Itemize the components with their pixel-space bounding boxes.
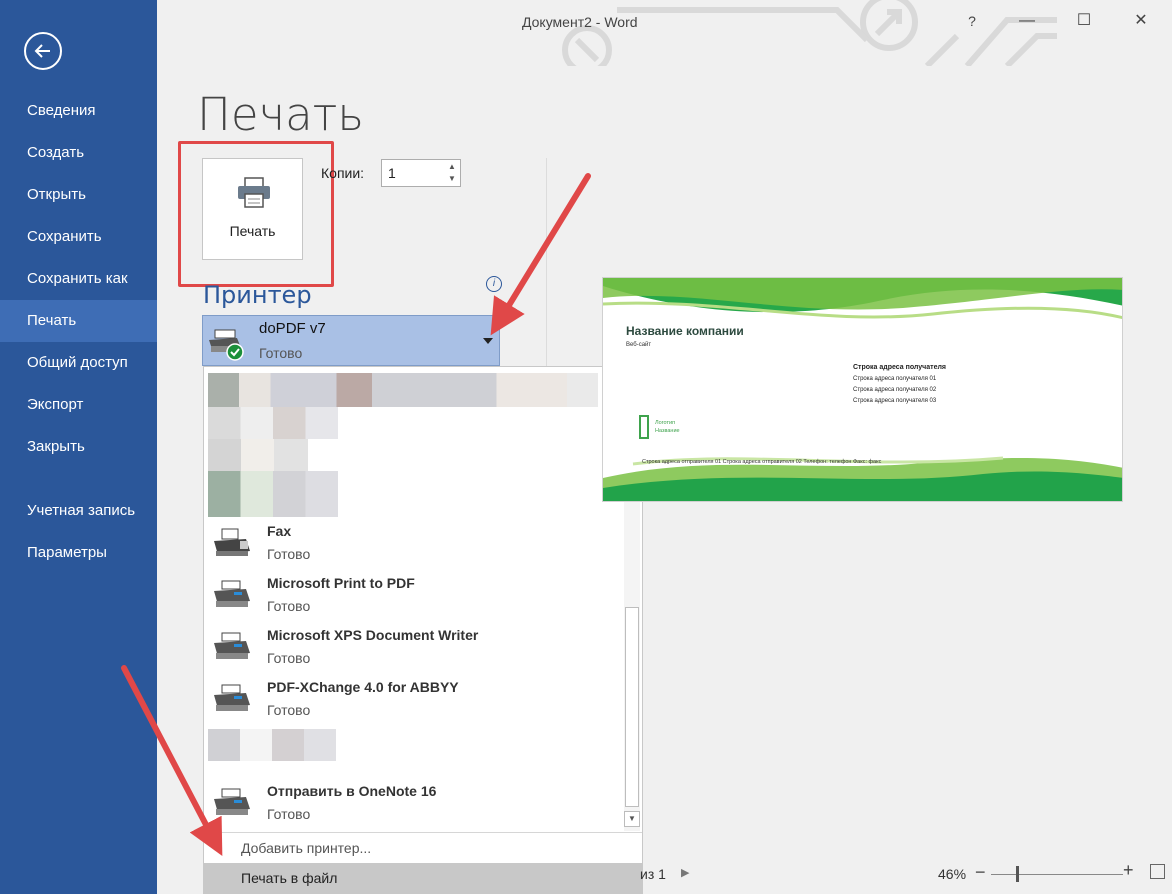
- blurred-printer-entry: [208, 407, 338, 439]
- zoom-slider[interactable]: [991, 874, 1123, 875]
- nav-info[interactable]: Сведения: [0, 90, 157, 132]
- preview-company: Название компании: [626, 324, 744, 338]
- window-title: Документ2 - Word: [522, 14, 638, 30]
- preview-logo-icon: [639, 415, 649, 439]
- selected-printer-status: Готово: [259, 345, 303, 361]
- scroll-down-icon[interactable]: ▼: [624, 811, 640, 827]
- selected-printer-name: doPDF v7: [259, 320, 326, 337]
- printer-status: Готово: [267, 806, 311, 822]
- preview-footer: Строка адреса отправителя 01 Строка адре…: [642, 459, 882, 465]
- next-page-icon[interactable]: ▶: [681, 866, 689, 879]
- printer-status: Готово: [267, 702, 311, 718]
- nav-save[interactable]: Сохранить: [0, 216, 157, 258]
- print-backstage: Документ2 - Word ? — ☐ ✕ Печать Печать К…: [157, 0, 1172, 894]
- printer-name: PDF-XChange 4.0 for ABBYY: [267, 679, 459, 695]
- printer-icon: [214, 684, 250, 711]
- fax-icon: [214, 528, 250, 556]
- back-button[interactable]: [24, 32, 62, 70]
- close-window-button[interactable]: ✕: [1124, 6, 1158, 36]
- printer-item-xps-writer[interactable]: Microsoft XPS Document Writer Готово: [204, 621, 622, 673]
- printer-icon: [214, 580, 250, 607]
- fit-page-icon[interactable]: [1150, 864, 1165, 879]
- preview-recipient-line: Строка адреса получателя 01: [853, 376, 937, 382]
- preview-website: Веб-сайт: [626, 342, 652, 348]
- print-preview-page: Название компании Веб-сайт Строка адреса…: [602, 277, 1123, 502]
- blurred-printer-entry: [208, 729, 336, 761]
- zoom-slider-thumb[interactable]: [1016, 866, 1020, 882]
- printer-item-onenote[interactable]: Отправить в OneNote 16 Готово: [204, 777, 622, 829]
- nav-share[interactable]: Общий доступ: [0, 342, 157, 384]
- nav-options[interactable]: Параметры: [0, 532, 157, 574]
- nav-new[interactable]: Создать: [0, 132, 157, 174]
- printer-name: Microsoft Print to PDF: [267, 575, 415, 591]
- info-icon[interactable]: i: [486, 276, 502, 292]
- preview-recipient-line: Строка адреса получателя 03: [853, 398, 937, 404]
- printer-list: Fax Готово Microsoft Print to PDF Готово…: [203, 366, 643, 894]
- blurred-printer-entry: [208, 373, 598, 407]
- preview-logo-text: Логотип: [655, 420, 676, 426]
- copies-up-icon[interactable]: ▲: [446, 161, 458, 173]
- help-button[interactable]: ?: [955, 6, 989, 36]
- nav-close[interactable]: Закрыть: [0, 426, 157, 468]
- blurred-printer-entry: [208, 439, 308, 471]
- nav-save-as[interactable]: Сохранить как: [0, 258, 157, 300]
- copies-label: Копии:: [321, 165, 365, 181]
- print-to-file-item[interactable]: Печать в файл: [204, 863, 642, 893]
- printer-dropdown[interactable]: doPDF v7 Готово: [202, 315, 500, 366]
- printer-default-icon: [209, 329, 244, 361]
- printer-item-pdf-xchange[interactable]: PDF-XChange 4.0 for ABBYY Готово: [204, 673, 622, 725]
- scroll-thumb[interactable]: [625, 607, 639, 807]
- printer-name: Fax: [267, 523, 292, 539]
- printer-status: Готово: [267, 546, 311, 562]
- printer-icon: [214, 788, 250, 815]
- preview-recipient-line: Строка адреса получателя 02: [853, 387, 937, 393]
- blurred-printer-entry: [208, 471, 338, 517]
- minimize-button[interactable]: —: [1010, 6, 1044, 36]
- add-printer-item[interactable]: Добавить принтер...: [204, 832, 642, 862]
- chevron-down-icon[interactable]: [483, 338, 493, 344]
- page-title: Печать: [197, 88, 364, 141]
- copies-value: 1: [388, 165, 396, 181]
- copies-down-icon[interactable]: ▼: [446, 173, 458, 185]
- printer-name: Отправить в OneNote 16: [267, 783, 437, 799]
- maximize-button[interactable]: ☐: [1067, 6, 1101, 36]
- annotation-highlight-box: [178, 141, 334, 287]
- printer-name: Microsoft XPS Document Writer: [267, 627, 479, 643]
- printer-status: Готово: [267, 598, 311, 614]
- printer-section-heading: Принтер: [203, 281, 312, 309]
- preview-recipient-heading: Строка адреса получателя: [853, 364, 946, 371]
- printer-item-fax[interactable]: Fax Готово: [204, 517, 622, 569]
- preview-logo-text: Название: [655, 428, 680, 434]
- nav-print[interactable]: Печать: [0, 300, 157, 342]
- zoom-level[interactable]: 46%: [938, 866, 966, 882]
- back-arrow-icon: [34, 44, 50, 58]
- nav-export[interactable]: Экспорт: [0, 384, 157, 426]
- backstage-sidebar: Сведения Создать Открыть Сохранить Сохра…: [0, 0, 157, 894]
- copies-stepper[interactable]: 1 ▲ ▼: [381, 159, 461, 187]
- printer-icon: [214, 632, 250, 659]
- printer-status: Готово: [267, 650, 311, 666]
- page-indicator: из 1: [640, 866, 666, 882]
- zoom-in-button[interactable]: +: [1123, 860, 1134, 881]
- zoom-out-button[interactable]: −: [975, 862, 986, 883]
- nav-open[interactable]: Открыть: [0, 174, 157, 216]
- nav-account[interactable]: Учетная запись: [0, 490, 157, 532]
- printer-item-print-to-pdf[interactable]: Microsoft Print to PDF Готово: [204, 569, 622, 621]
